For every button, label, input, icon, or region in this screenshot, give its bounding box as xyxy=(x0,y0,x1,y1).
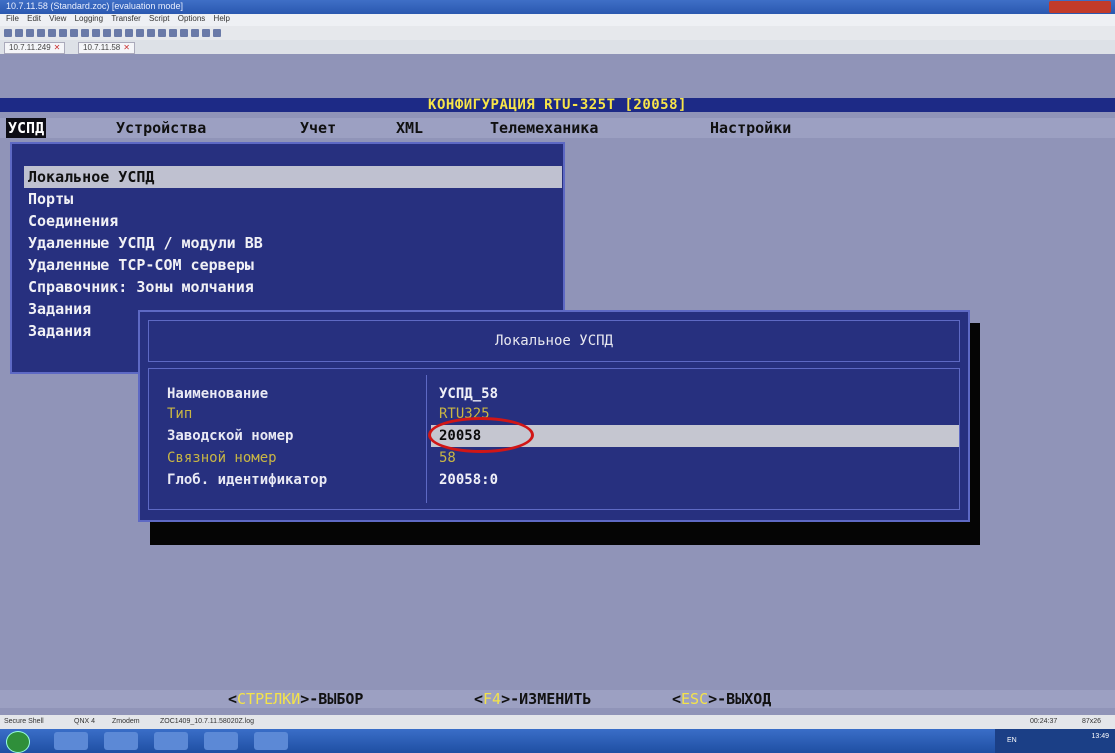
field-row-serial[interactable]: Заводской номер 20058 xyxy=(149,417,959,453)
lang-indicator[interactable]: EN xyxy=(1007,737,1017,744)
hint-text: -ВЫХОД xyxy=(717,690,772,708)
system-tray: EN 13:49 xyxy=(995,729,1115,753)
local-uspd-dialog: Локальное УСПД Наименование УСПД_58 Тип … xyxy=(138,310,970,522)
taskbar-folder-icon[interactable] xyxy=(104,732,138,750)
hint-key: F4 xyxy=(483,690,502,708)
menu-item-settings[interactable]: Настройки xyxy=(710,118,791,138)
menu-edit[interactable]: Edit xyxy=(27,14,41,23)
field-row-type[interactable]: Тип RTU325 xyxy=(149,403,959,425)
toolbar-icon[interactable] xyxy=(213,29,221,37)
toolbar-icon[interactable] xyxy=(191,29,199,37)
tab-session-249[interactable]: 10.7.11.249 ✕ xyxy=(4,42,66,54)
field-value[interactable]: 20058:0 xyxy=(439,469,498,491)
submenu-item-connections[interactable]: Соединения xyxy=(28,210,562,232)
toolbar-icon[interactable] xyxy=(92,29,100,37)
dialog-title: Локальное УСПД xyxy=(148,320,960,362)
toolbar-icon[interactable] xyxy=(147,29,155,37)
menu-item-xml[interactable]: XML xyxy=(396,118,423,138)
field-label: Тип xyxy=(167,406,193,422)
field-label: Глоб. идентификатор xyxy=(167,472,328,488)
toolbar-icon[interactable] xyxy=(180,29,188,37)
statusbar: Secure Shell QNX 4 Zmodem ZOC1409_10.7.1… xyxy=(0,715,1115,729)
taskbar-terminal-icon[interactable] xyxy=(204,732,238,750)
field-row-global-id[interactable]: Глоб. идентификатор 20058:0 xyxy=(149,469,959,491)
taskbar-media-icon[interactable] xyxy=(154,732,188,750)
field-label: Заводской номер xyxy=(167,428,294,444)
toolbar-icon[interactable] xyxy=(15,29,23,37)
status-emulation[interactable]: QNX 4 xyxy=(74,718,95,725)
toolbar-icon[interactable] xyxy=(26,29,34,37)
submenu-item-remote-uspd[interactable]: Удаленные УСПД / модули ВВ xyxy=(28,232,562,254)
menu-item-devices[interactable]: Устройства xyxy=(116,118,206,138)
close-icon[interactable]: ✕ xyxy=(123,43,130,52)
field-row-comm-number[interactable]: Связной номер 58 xyxy=(149,447,959,469)
toolbar xyxy=(0,26,1115,40)
menu-item-uspd[interactable]: УСПД xyxy=(6,118,47,138)
toolbar-icon[interactable] xyxy=(103,29,111,37)
toolbar-icon[interactable] xyxy=(37,29,45,37)
toolbar-icon[interactable] xyxy=(169,29,177,37)
toolbar-icon[interactable] xyxy=(136,29,144,37)
hint-esc: <ESC>-ВЫХОД xyxy=(672,690,772,708)
taskbar-word-icon[interactable] xyxy=(254,732,288,750)
hint-key: ESC xyxy=(681,690,709,708)
window-titlebar: 10.7.11.58 (Standard.zoc) [evaluation mo… xyxy=(0,0,1115,14)
tab-session-58[interactable]: 10.7.11.58 ✕ xyxy=(78,42,135,54)
submenu-item-silence-zones[interactable]: Справочник: Зоны молчания xyxy=(28,276,562,298)
tab-label: 10.7.11.249 xyxy=(9,43,51,52)
status-size: 87x26 xyxy=(1082,718,1102,725)
toolbar-icon[interactable] xyxy=(202,29,210,37)
close-icon[interactable]: ✕ xyxy=(54,43,61,52)
config-title: КОНФИГУРАЦИЯ RTU-325T [20058] xyxy=(0,98,1115,112)
hint-key: СТРЕЛКИ xyxy=(237,690,301,708)
tab-label: 10.7.11.58 xyxy=(83,43,121,52)
window-title: 10.7.11.58 (Standard.zoc) [evaluation mo… xyxy=(6,1,183,11)
submenu-item-remote-tcp-com[interactable]: Удаленные TCP-COM серверы xyxy=(28,254,562,276)
start-button[interactable] xyxy=(6,731,30,753)
toolbar-icon[interactable] xyxy=(158,29,166,37)
menu-logging[interactable]: Logging xyxy=(75,14,103,23)
menu-help[interactable]: Help xyxy=(214,14,230,23)
menu-item-telemechanics[interactable]: Телемеханика xyxy=(490,118,598,138)
toolbar-icon[interactable] xyxy=(4,29,12,37)
menubar: File Edit View Logging Transfer Script O… xyxy=(0,14,1115,26)
toolbar-icon[interactable] xyxy=(70,29,78,37)
menu-file[interactable]: File xyxy=(6,14,19,23)
clock: 13:49 xyxy=(1091,733,1109,740)
status-time: 00:24:37 xyxy=(1030,718,1058,725)
hint-arrows: <СТРЕЛКИ>-ВЫБОР xyxy=(228,690,364,708)
toolbar-icon[interactable] xyxy=(81,29,89,37)
window-controls[interactable] xyxy=(1049,1,1111,13)
toolbar-icon[interactable] xyxy=(48,29,56,37)
dialog-fields: Наименование УСПД_58 Тип RTU325 Заводско… xyxy=(148,368,960,510)
hint-text: -ИЗМЕНИТЬ xyxy=(510,690,592,708)
status-transfer[interactable]: Zmodem xyxy=(112,718,140,725)
toolbar-icon[interactable] xyxy=(114,29,122,37)
menu-options[interactable]: Options xyxy=(178,14,206,23)
toolbar-icon[interactable] xyxy=(125,29,133,37)
hint-f4: <F4>-ИЗМЕНИТЬ xyxy=(474,690,592,708)
status-logfile[interactable]: ZOC1409_10.7.11.58020Z.log xyxy=(160,718,254,725)
field-value[interactable]: УСПД_58 xyxy=(439,383,498,405)
field-value: 58 xyxy=(439,450,456,466)
taskbar-ie-icon[interactable] xyxy=(54,732,88,750)
session-tabbar: 10.7.11.249 ✕ 10.7.11.58 ✕ xyxy=(0,40,1115,54)
menu-transfer[interactable]: Transfer xyxy=(111,14,141,23)
toolbar-icon[interactable] xyxy=(59,29,67,37)
main-menu: УСПД Устройства Учет XML Телемеханика На… xyxy=(0,118,1115,138)
submenu-item-ports[interactable]: Порты xyxy=(28,188,562,210)
menu-item-accounting[interactable]: Учет xyxy=(300,118,336,138)
menu-script[interactable]: Script xyxy=(149,14,169,23)
hint-text: -ВЫБОР xyxy=(309,690,364,708)
field-label: Наименование xyxy=(167,386,269,402)
taskbar: EN 13:49 xyxy=(0,729,1115,753)
field-label: Связной номер xyxy=(167,450,277,466)
status-protocol[interactable]: Secure Shell xyxy=(4,718,44,725)
field-row-name[interactable]: Наименование УСПД_58 xyxy=(149,383,959,405)
menu-view[interactable]: View xyxy=(49,14,66,23)
submenu-item-local-uspd[interactable]: Локальное УСПД xyxy=(24,166,562,188)
key-hints-bar: <СТРЕЛКИ>-ВЫБОР <F4>-ИЗМЕНИТЬ <ESC>-ВЫХО… xyxy=(0,690,1115,708)
